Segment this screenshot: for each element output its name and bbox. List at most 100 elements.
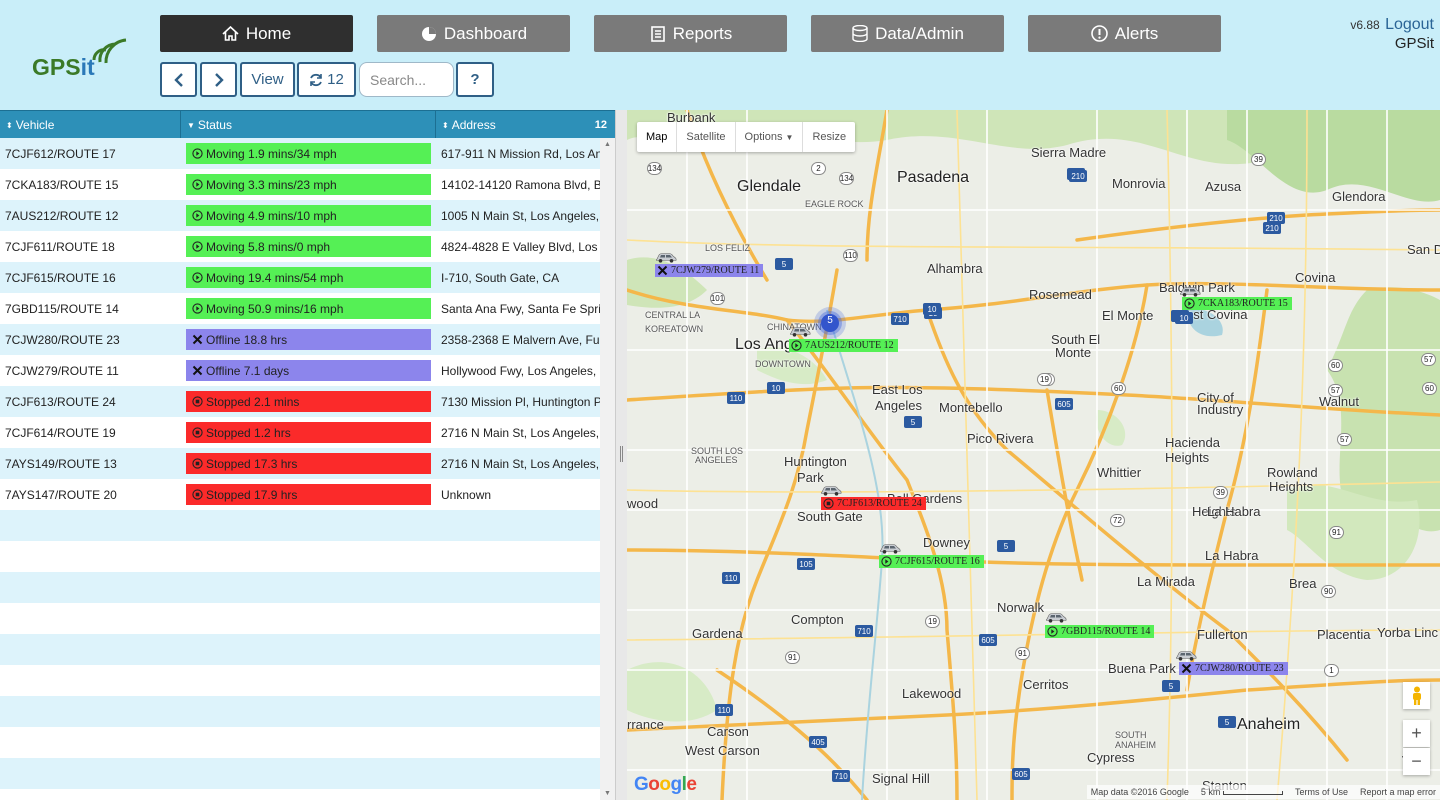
back-button[interactable] [160,62,197,97]
scroll-up-icon[interactable]: ▲ [604,141,611,148]
table-row[interactable]: 7CJF615/ROUTE 16 Moving 19.4 mins/54 mph I… [0,262,600,293]
map-place-label: Azusa [1205,179,1242,194]
caret-down-icon: ▼ [785,132,794,142]
vehicle-cell[interactable]: 7CJF611/ROUTE 18 [0,240,181,254]
vehicle-cell[interactable]: 7CJF615/ROUTE 16 [0,271,181,285]
gpsit-logo[interactable]: GPSit [30,30,130,80]
vehicle-marker-label[interactable]: 7CJW280/ROUTE 23 [1179,662,1288,675]
status-pill: Stopped 1.2 hrs [186,422,431,443]
map-tab-satellite[interactable]: Satellite [677,122,736,152]
vehicle-car-icon[interactable] [655,250,677,263]
map-place-label: Heights [1269,479,1314,494]
status-pill: Offline 7.1 days [186,360,431,381]
nav-data-admin-button[interactable]: Data/Admin [811,15,1004,52]
table-row[interactable]: 7AYS147/ROUTE 20 Stopped 17.9 hrs Unknown [0,479,600,510]
table-row[interactable]: 7CJW279/ROUTE 11 Offline 7.1 days Hollywoo… [0,355,600,386]
vehicle-marker-label[interactable]: 7CKA183/ROUTE 15 [1182,297,1292,310]
nav-alerts-button[interactable]: Alerts [1028,15,1221,52]
table-body: 7CJF612/ROUTE 17 Moving 1.9 mins/34 mph 61… [0,138,600,789]
vehicle-cell[interactable]: 7CJF614/ROUTE 19 [0,426,181,440]
map-tab-resize[interactable]: Resize [803,122,855,152]
table-row[interactable]: 7CKA183/ROUTE 15 Moving 3.3 mins/23 mph 14… [0,169,600,200]
column-header-vehicle[interactable]: ⬍ Vehicle [0,111,181,139]
map-place-label: EAGLE ROCK [805,199,864,209]
column-header-address[interactable]: ⬍ Address [436,111,615,139]
table-row[interactable]: 7CJF612/ROUTE 17 Moving 1.9 mins/34 mph 61… [0,138,600,169]
vehicle-cell[interactable]: 7CJW279/ROUTE 11 [0,364,181,378]
view-button[interactable]: View [240,62,295,97]
map-place-label: Whittier [1097,465,1142,480]
vehicle-car-icon[interactable] [879,541,901,554]
report-error-link[interactable]: Report a map error [1360,787,1436,797]
vehicle-cell[interactable]: 7CKA183/ROUTE 15 [0,178,181,192]
table-row-empty [0,665,600,696]
interstate-shield: 5 [1162,680,1180,692]
state-route-shield: 57 [1337,433,1352,446]
refresh-count: 12 [327,71,344,88]
scroll-down-icon[interactable]: ▼ [604,790,611,797]
map-place-label: SOUTH [1115,730,1147,740]
vehicle-marker-label[interactable]: 7CJW279/ROUTE 11 [655,264,764,277]
table-scrollbar[interactable]: ▲ ▼ [600,138,615,800]
vehicle-car-icon[interactable] [1175,648,1197,661]
terms-link[interactable]: Terms of Use [1295,787,1348,797]
zoom-out-button[interactable]: − [1403,748,1430,775]
vehicle-marker-label[interactable]: 7CJF615/ROUTE 16 [879,555,984,568]
address-cell: Unknown [441,487,492,502]
splitter-grip-icon[interactable] [620,446,623,462]
vehicle-marker-label[interactable]: 7GBD115/ROUTE 14 [1045,625,1155,638]
google-logo[interactable]: Google [634,774,697,796]
nav-dashboard-button[interactable]: Dashboard [377,15,570,52]
vehicle-car-icon[interactable] [1179,284,1201,297]
version-area: v6.88 Logout GPSit [1350,16,1434,52]
map-place-label: Alhambra [927,261,983,276]
forward-button[interactable] [200,62,237,97]
refresh-button[interactable]: 12 [297,62,356,97]
pane-splitter[interactable] [615,110,627,800]
map-tab-map[interactable]: Map [637,122,678,152]
table-row[interactable]: 7CJF613/ROUTE 24 Stopped 2.1 mins 7130 Mis… [0,386,600,417]
nav-home-button[interactable]: Home [160,15,353,52]
map-place-label: Carson [707,724,749,739]
map-place-label: Los Ang [735,336,793,353]
column-header-status[interactable]: ▼ Status [181,111,436,139]
table-row[interactable]: 7CJF611/ROUTE 18 Moving 5.8 mins/0 mph 482… [0,231,600,262]
interstate-shield: 605 [1055,398,1073,410]
vehicle-cell[interactable]: 7AYS147/ROUTE 20 [0,488,181,502]
nav-reports-button[interactable]: Reports [594,15,787,52]
vehicle-car-icon[interactable] [820,483,842,496]
vehicle-cell[interactable]: 7CJF613/ROUTE 24 [0,395,181,409]
vehicle-cluster[interactable]: 5 [813,306,847,340]
status-text: Offline 7.1 days [206,363,290,378]
vehicle-cell[interactable]: 7GBD115/ROUTE 14 [0,302,181,316]
table-row[interactable]: 7CJF614/ROUTE 19 Stopped 1.2 hrs 2716 N Ma… [0,417,600,448]
vehicle-cell[interactable]: 7CJF612/ROUTE 17 [0,147,181,161]
map-data-credit[interactable]: Map data ©2016 Google [1091,787,1189,797]
vehicle-marker-label[interactable]: 7AUS212/ROUTE 12 [789,339,898,352]
interstate-shield: 605 [979,634,997,646]
stop-circle-icon [823,498,834,509]
vehicle-car-icon[interactable] [789,324,811,337]
map-place-label: Glendale [737,178,802,195]
table-row[interactable]: 7AUS212/ROUTE 12 Moving 4.9 mins/10 mph 10… [0,200,600,231]
interstate-shield: 110 [727,392,745,404]
table-row[interactable]: 7AYS149/ROUTE 13 Stopped 17.3 hrs 2716 N M… [0,448,600,479]
vehicle-cell[interactable]: 7AUS212/ROUTE 12 [0,209,181,223]
zoom-in-button[interactable]: + [1403,720,1430,747]
state-route-shield: 72 [1110,514,1125,527]
map-tab-options[interactable]: Options ▼ [736,122,804,152]
state-route-shield: 134 [647,162,662,175]
vehicle-car-icon[interactable] [1045,610,1067,623]
vehicle-cell[interactable]: 7AYS149/ROUTE 13 [0,457,181,471]
search-input[interactable] [359,62,454,97]
interstate-shield: 710 [832,770,850,782]
vehicle-marker-label[interactable]: 7CJF613/ROUTE 24 [821,497,926,510]
vehicle-cell[interactable]: 7CJW280/ROUTE 23 [0,333,181,347]
table-row[interactable]: 7GBD115/ROUTE 14 Moving 50.9 mins/16 mph S… [0,293,600,324]
help-button[interactable]: ? [456,62,494,97]
table-row[interactable]: 7CJW280/ROUTE 23 Offline 18.8 hrs 2358-236… [0,324,600,355]
street-view-pegman-icon[interactable] [1403,682,1430,709]
map-view[interactable]: Map Satellite Options ▼ Resize Burbank Gl… [627,110,1440,800]
logout-link[interactable]: Logout [1385,16,1434,33]
status-pill: Moving 50.9 mins/16 mph [186,298,431,319]
